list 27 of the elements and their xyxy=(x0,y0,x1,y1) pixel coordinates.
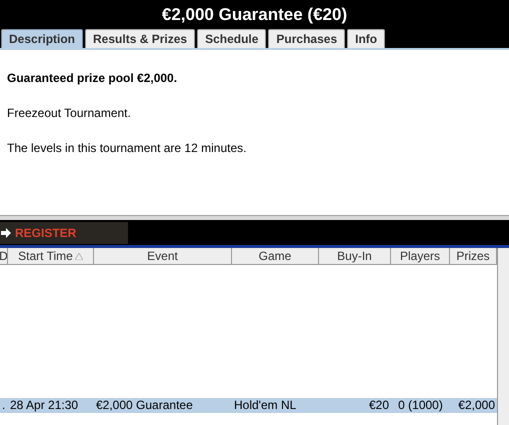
column-header[interactable]: Start Time xyxy=(8,248,94,264)
window-title: €2,000 Guarantee (€20) xyxy=(160,4,348,26)
table-cell-text: . xyxy=(1,398,6,413)
scrollbar[interactable] xyxy=(497,248,509,425)
column-header[interactable]: Buy-In xyxy=(319,248,391,264)
register-button[interactable]: REGISTER xyxy=(0,222,128,244)
tab[interactable]: Info xyxy=(347,29,386,48)
description-heading: Guaranteed prize pool €2,000. xyxy=(7,70,178,87)
table-cell-text: €2,000 xyxy=(457,398,496,413)
column-header[interactable]: D xyxy=(0,248,8,264)
table-cell-text: 0 (1000) xyxy=(397,398,444,413)
tab[interactable]: Schedule xyxy=(197,29,266,48)
tab[interactable]: Results & Prizes xyxy=(85,29,196,48)
table-cell-text: Hold'em NL xyxy=(233,398,298,413)
description-text: Freezeout Tournament. xyxy=(7,105,132,122)
table-cell-text: €20 xyxy=(368,398,390,413)
description-text: The levels in this tournament are 12 minutes. xyxy=(7,140,248,157)
table-cell-text: 28 Apr 21:30 xyxy=(9,398,80,413)
column-header[interactable]: Game xyxy=(232,248,319,264)
column-header[interactable]: Players xyxy=(391,248,450,264)
table-row[interactable]: . 28 Apr 21:30 €2,000 Guarantee Hold'em NL €20 0 (1000) €2,000 xyxy=(0,398,497,413)
table-cell-text: €2,000 Guarantee xyxy=(95,398,194,413)
column-header[interactable]: Event xyxy=(94,248,232,264)
sort-arrow-icon xyxy=(74,252,83,260)
right-arrow-icon xyxy=(1,228,11,238)
tab[interactable]: Description xyxy=(1,29,84,48)
tab[interactable]: Purchases xyxy=(268,29,346,48)
